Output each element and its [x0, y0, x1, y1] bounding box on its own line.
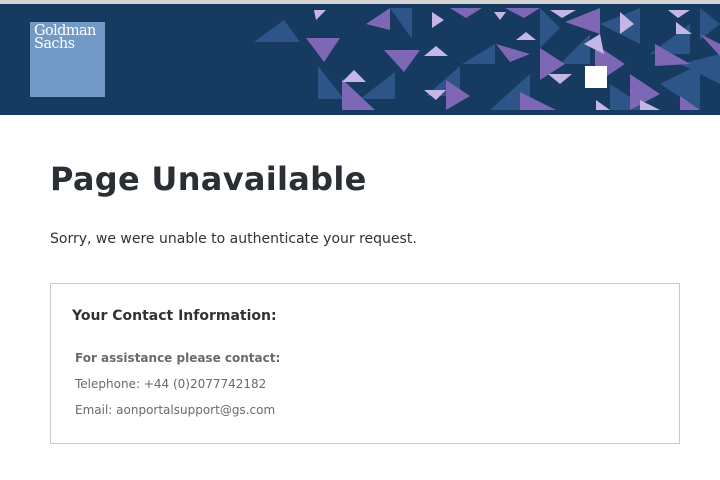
page-title: Page Unavailable	[50, 160, 367, 198]
email-prefix: Email:	[75, 403, 117, 417]
telephone-prefix: Telephone:	[75, 377, 144, 391]
assistance-label: For assistance please contact:	[75, 351, 281, 365]
email-address[interactable]: aonportalsupport@gs.com	[116, 403, 275, 417]
contact-info-box: Your Contact Information: For assistance…	[50, 283, 680, 444]
telephone-line: Telephone: +44 (0)2077742182	[75, 377, 266, 391]
logo-text: Goldman Sachs	[34, 23, 96, 52]
contact-heading: Your Contact Information:	[72, 308, 277, 324]
error-message: Sorry, we were unable to authenticate yo…	[50, 231, 417, 247]
telephone-number[interactable]: +44 (0)2077742182	[144, 377, 266, 391]
geometric-pattern	[254, 8, 720, 110]
goldman-sachs-logo[interactable]: Goldman Sachs	[30, 22, 105, 97]
email-line: Email: aonportalsupport@gs.com	[75, 403, 275, 417]
header-banner: Goldman Sachs	[0, 4, 720, 115]
